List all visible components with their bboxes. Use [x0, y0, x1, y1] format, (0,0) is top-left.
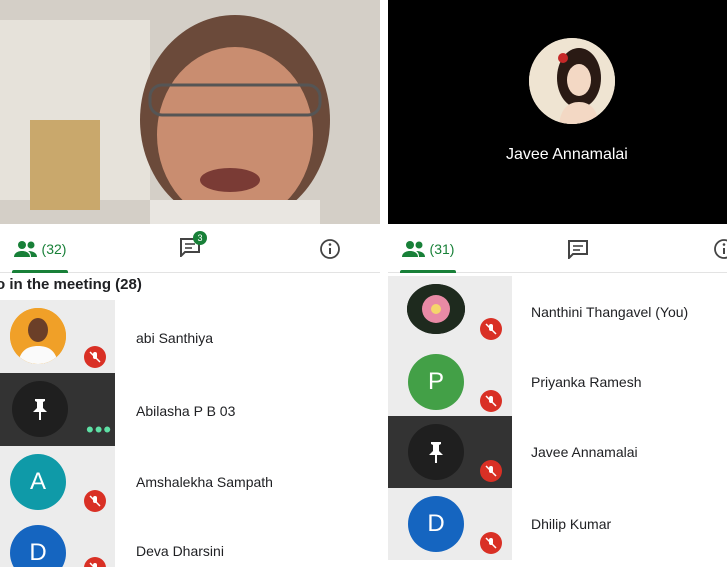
photo-flower-icon [407, 284, 465, 334]
photo-woman-icon [529, 38, 615, 124]
avatar: A [10, 454, 66, 510]
participant-name: Nanthini Thangavel (You) [531, 304, 689, 320]
participant-name: Priyanka Ramesh [531, 374, 642, 390]
speaker-video-frame [0, 0, 380, 224]
list-item[interactable]: Javee Annamalai [388, 416, 727, 488]
mic-off-icon [480, 318, 502, 340]
avatar: D [408, 496, 464, 552]
participant-name: Javee Annamalai [531, 444, 638, 460]
info-icon [320, 239, 340, 259]
panel-tabs: (32) 3 [0, 226, 380, 273]
list-item[interactable]: P Priyanka Ramesh [388, 346, 727, 416]
list-item[interactable]: A Amshalekha Sampath [0, 446, 380, 519]
mic-off-icon [480, 390, 502, 412]
photo-man-icon [10, 308, 66, 364]
list-item[interactable]: D Dhilip Kumar [388, 488, 727, 560]
video-participant-name: Javee Annamalai [506, 146, 628, 163]
people-icon [401, 241, 425, 257]
people-count: (32) [41, 241, 67, 257]
tab-info[interactable] [300, 226, 360, 272]
tab-people[interactable]: (32) [0, 226, 80, 273]
right-meeting-panel: Javee Annamalai (31) Nanthini Thangavel … [388, 0, 727, 567]
pin-icon [429, 442, 443, 463]
section-title: o in the meeting (28) [0, 276, 142, 293]
info-icon [714, 239, 727, 259]
list-item[interactable]: abi Santhiya [0, 300, 380, 373]
chat-badge: 3 [193, 230, 207, 245]
list-item[interactable]: Nanthini Thangavel (You) [388, 276, 727, 346]
participant-name: Abilasha P B 03 [136, 403, 236, 419]
avatar [529, 38, 615, 124]
mic-off-icon [84, 490, 106, 512]
participant-name: Deva Dharsini [136, 543, 224, 559]
pin-icon [33, 399, 47, 420]
speaker-video[interactable]: Javee Annamalai [388, 0, 727, 224]
participant-name: Dhilip Kumar [531, 516, 612, 532]
mic-off-icon [480, 460, 502, 482]
mic-off-icon [480, 532, 502, 554]
chat-icon [568, 240, 588, 259]
avatar [407, 284, 465, 334]
mic-off-icon [84, 346, 106, 368]
left-meeting-panel: (32) 3 o in the meeting (28) abi Santhiy… [0, 0, 380, 567]
tab-people[interactable]: (31) [388, 226, 468, 273]
avatar: P [408, 354, 464, 410]
panel-tabs: (31) [388, 226, 727, 273]
speaker-video[interactable] [0, 0, 380, 224]
avatar [408, 424, 464, 480]
list-item[interactable]: ••• Abilasha P B 03 [0, 373, 380, 446]
participant-name: abi Santhiya [136, 330, 214, 346]
list-item[interactable]: D Deva Dharsini [0, 519, 380, 567]
people-count: (31) [429, 241, 455, 257]
chat-tab-icon-wrap: 3 [179, 230, 207, 262]
tab-chat[interactable]: 3 [150, 226, 230, 272]
people-icon [13, 241, 37, 257]
more-options-icon[interactable]: ••• [86, 419, 112, 441]
participant-name: Amshalekha Sampath [136, 474, 273, 490]
avatar [10, 308, 66, 364]
avatar [12, 381, 68, 437]
tab-chat[interactable] [538, 226, 618, 272]
tab-info[interactable] [704, 226, 727, 272]
